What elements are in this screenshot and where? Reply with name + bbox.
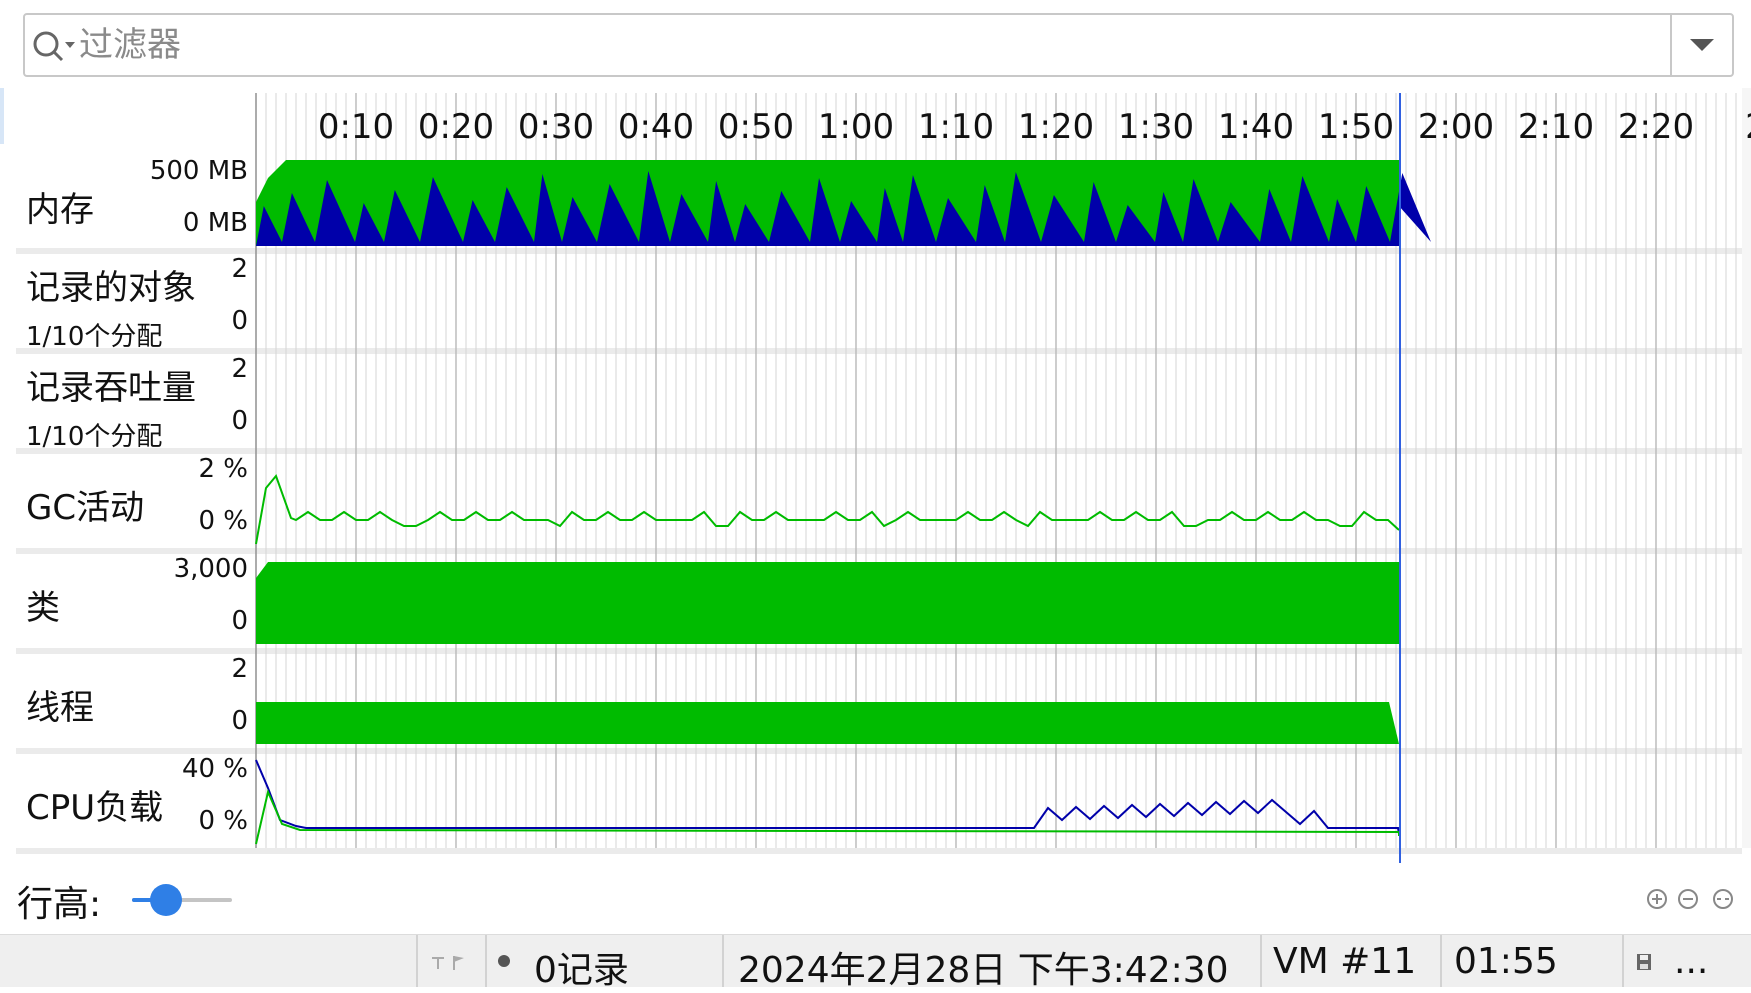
row-max-label-recorded-objects: 2	[231, 254, 248, 284]
timeline-chart[interactable]: 0:10 0:20 0:30 0:40 0:50 1:00 1:10 1:20 1:30 1:40…	[0, 0, 1751, 870]
row-title-classes: 类	[26, 588, 60, 628]
time-tick-label: 0:50	[718, 107, 794, 147]
time-tick-label: 1:10	[918, 107, 994, 147]
save-icon[interactable]	[1636, 953, 1652, 971]
gc-activity-line[interactable]	[255, 474, 1400, 545]
row-max-label-threads: 2	[231, 654, 248, 684]
row-max-label-recorded-throughput: 2	[231, 354, 248, 384]
row-separator	[16, 448, 1742, 454]
threads-area[interactable]	[256, 702, 1399, 744]
status-datetime: 2024年2月28日 下午3:42:30	[738, 950, 1229, 991]
time-tick-label: 2:10	[1518, 107, 1594, 147]
row-separator	[16, 548, 1742, 554]
row-min-label-recorded-throughput: 0	[231, 406, 248, 436]
row-min-label-threads: 0	[231, 706, 248, 736]
zoom-fit-icon[interactable]	[1712, 888, 1734, 910]
row-min-label-recorded-objects: 0	[231, 306, 248, 336]
row-separator	[16, 348, 1742, 354]
cpu-system-line[interactable]	[255, 788, 1400, 845]
zoom-in-icon[interactable]	[1646, 888, 1668, 910]
row-separator	[16, 648, 1742, 654]
time-tick-label: 0:10	[318, 107, 394, 147]
row-min-label-classes: 0	[231, 606, 248, 636]
classes-area[interactable]	[256, 562, 1399, 644]
row-separator	[16, 248, 1742, 254]
time-tick-label: 0:20	[418, 107, 494, 147]
row-max-label-gc-activity: 2 %	[198, 454, 248, 484]
time-tick-label: 1:00	[818, 107, 894, 147]
time-tick-label: 0:40	[618, 107, 694, 147]
slider-knob[interactable]	[150, 884, 182, 916]
row-max-label-cpu-load: 40 %	[181, 754, 248, 784]
status-records: 0记录	[534, 950, 629, 991]
time-tick-label: 2:00	[1418, 107, 1494, 147]
status-bar: 0记录 2024年2月28日 下午3:42:30 VM #11 01:55 ..…	[0, 934, 1751, 991]
row-separator	[16, 848, 1742, 854]
zoom-out-icon[interactable]	[1677, 888, 1699, 910]
pin-icon[interactable]	[430, 953, 470, 973]
time-tick-label: 0:30	[518, 107, 594, 147]
time-tick-label: 1:20	[1018, 107, 1094, 147]
status-more[interactable]: ...	[1674, 941, 1708, 982]
time-tick-label: 1:40	[1218, 107, 1294, 147]
cpu-process-line[interactable]	[255, 759, 1400, 835]
time-tick-label: 2:20	[1618, 107, 1694, 147]
row-max-label-classes: 3,000	[173, 554, 248, 584]
record-dot-icon	[498, 955, 510, 967]
row-min-label-memory: 0 MB	[182, 208, 248, 238]
time-tick-label: 2	[1745, 107, 1751, 147]
time-tick-label: 1:50	[1318, 107, 1394, 147]
row-separator	[16, 748, 1742, 754]
status-vm: VM #11	[1273, 941, 1417, 982]
row-min-label-gc-activity: 0 %	[198, 506, 248, 536]
status-elapsed: 01:55	[1454, 941, 1558, 982]
time-tick-label: 1:30	[1118, 107, 1194, 147]
row-max-label-memory: 500 MB	[149, 156, 248, 186]
row-height-slider[interactable]	[132, 880, 232, 920]
row-height-label: 行高:	[17, 884, 102, 925]
row-min-label-cpu-load: 0 %	[198, 806, 248, 836]
